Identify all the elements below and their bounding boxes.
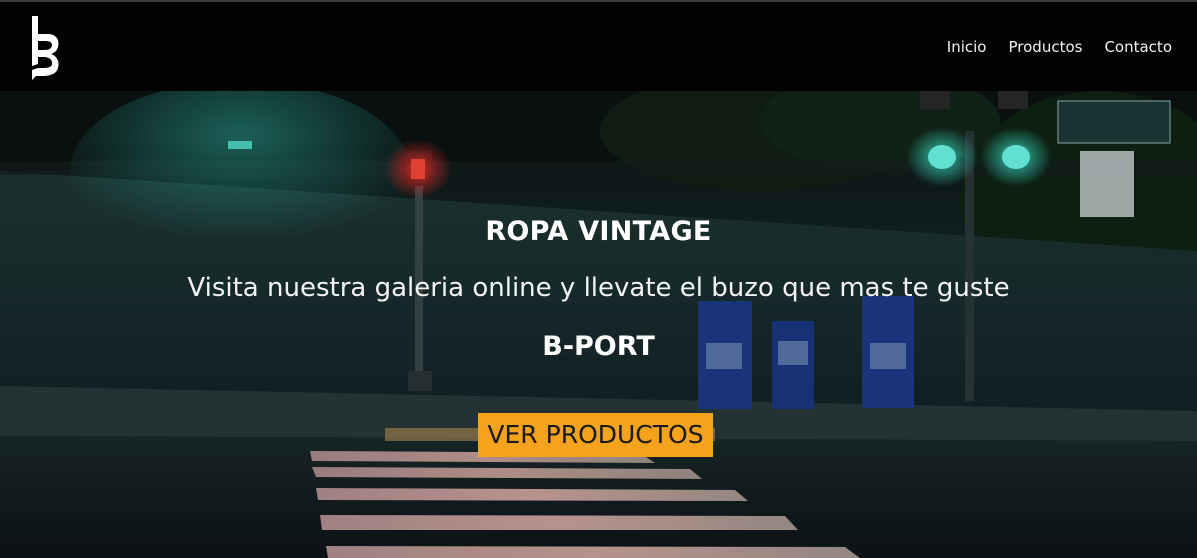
ver-productos-button[interactable]: VER PRODUCTOS xyxy=(478,413,713,457)
logo-link[interactable] xyxy=(28,14,62,80)
hero-brand: B-PORT xyxy=(542,331,655,362)
hero-subtitle: Visita nuestra galeria online y llevate … xyxy=(187,273,1010,303)
page: Inicio Productos Contacto ROPA VINTAGE V… xyxy=(0,0,1197,558)
main-nav: Inicio Productos Contacto xyxy=(925,38,1172,56)
hero-title: ROPA VINTAGE xyxy=(485,216,712,247)
navbar: Inicio Productos Contacto xyxy=(0,0,1197,91)
nav-link-inicio[interactable]: Inicio xyxy=(947,38,987,56)
hero-content: ROPA VINTAGE Visita nuestra galeria onli… xyxy=(0,91,1197,558)
nav-link-productos[interactable]: Productos xyxy=(1009,38,1083,56)
brand-logo-icon xyxy=(32,16,59,80)
nav-link-contacto[interactable]: Contacto xyxy=(1104,38,1172,56)
hero-section: ROPA VINTAGE Visita nuestra galeria onli… xyxy=(0,91,1197,558)
